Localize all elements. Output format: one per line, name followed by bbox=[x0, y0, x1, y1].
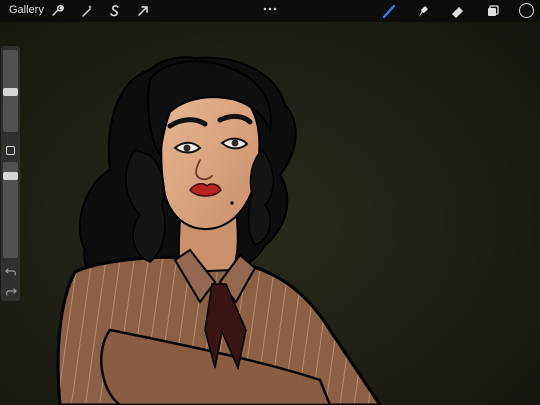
selection-s-icon[interactable] bbox=[107, 3, 123, 19]
undo-icon[interactable] bbox=[5, 266, 17, 276]
redo-icon[interactable] bbox=[5, 286, 17, 296]
layers-icon[interactable] bbox=[485, 3, 501, 19]
procreate-app: Gallery bbox=[0, 0, 540, 405]
more-options-icon[interactable] bbox=[262, 1, 278, 11]
lips bbox=[189, 183, 222, 197]
smudge-icon[interactable] bbox=[415, 3, 431, 19]
beauty-mark bbox=[230, 201, 234, 205]
opacity-thumb[interactable] bbox=[3, 172, 18, 180]
brush-icon[interactable] bbox=[381, 3, 397, 19]
top-toolbar: Gallery bbox=[0, 0, 540, 22]
wrench-icon[interactable] bbox=[49, 3, 65, 19]
left-sidebar bbox=[1, 46, 20, 301]
transform-arrow-icon[interactable] bbox=[135, 3, 151, 19]
color-picker-swatch[interactable] bbox=[519, 3, 534, 18]
gallery-button[interactable]: Gallery bbox=[9, 4, 44, 16]
modify-square-icon[interactable] bbox=[6, 146, 15, 155]
magic-wand-icon[interactable] bbox=[79, 3, 95, 19]
eraser-icon[interactable] bbox=[449, 3, 465, 19]
brush-size-thumb[interactable] bbox=[3, 88, 18, 96]
drawing-canvas[interactable] bbox=[0, 0, 540, 405]
